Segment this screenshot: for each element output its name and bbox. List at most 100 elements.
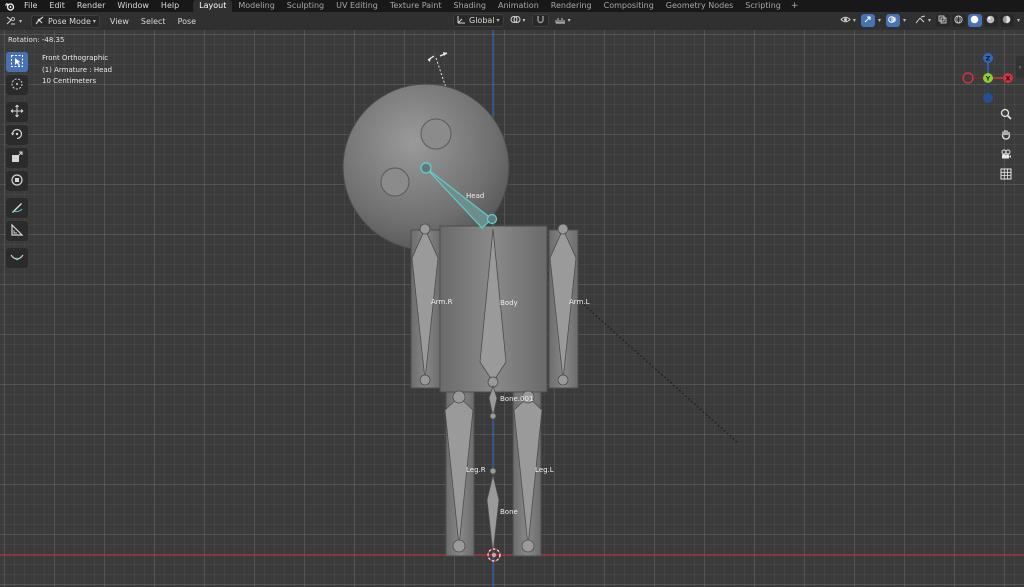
orientation-icon xyxy=(457,15,466,26)
navigation-gizmo[interactable]: Z X Y xyxy=(960,52,1020,108)
menu-pose[interactable]: Pose xyxy=(172,17,203,26)
armature-scene: Head Body Arm.R Arm.L Bone.001 Leg.R Leg… xyxy=(0,30,1024,587)
chevron-down-icon[interactable]: ▾ xyxy=(903,17,906,24)
active-object: (1) Armature : Head xyxy=(42,65,113,74)
shading-rendered-button[interactable] xyxy=(999,14,1014,27)
camera-view-button[interactable] xyxy=(998,146,1014,163)
bone-overlay-button[interactable]: ▾ xyxy=(912,14,934,27)
measure-tool[interactable] xyxy=(6,221,28,241)
pan-button[interactable] xyxy=(998,126,1014,143)
tab-compositing[interactable]: Compositing xyxy=(598,0,660,12)
annotate-icon xyxy=(10,200,24,216)
gizmo-y-label: Y xyxy=(985,75,991,83)
bone-root[interactable] xyxy=(486,474,500,554)
tab-texture-paint[interactable]: Texture Paint xyxy=(384,0,448,12)
gizmo-z-negative[interactable] xyxy=(983,93,993,103)
overlays-toggle[interactable] xyxy=(885,14,900,27)
zoom-icon xyxy=(1000,108,1012,122)
bone-leg-l-tail[interactable] xyxy=(521,539,535,553)
gizmo-x-label: X xyxy=(1005,75,1010,83)
add-workspace-button[interactable]: + xyxy=(787,0,803,12)
tab-shading[interactable]: Shading xyxy=(447,0,492,12)
cursor-tool[interactable] xyxy=(6,75,28,95)
bone-label-arm-l: Arm.L xyxy=(569,298,590,306)
chevron-down-icon: ▾ xyxy=(567,17,571,24)
rotate-cursor-icon xyxy=(427,52,448,62)
editor-type-button[interactable]: ▾ xyxy=(3,15,25,28)
relax-icon xyxy=(10,250,24,266)
blender-logo-icon[interactable] xyxy=(0,0,18,12)
gizmo-icon xyxy=(863,15,872,26)
overlays-icon xyxy=(888,15,897,26)
menu-render[interactable]: Render xyxy=(71,0,111,12)
chevron-down-icon: ▾ xyxy=(522,17,526,24)
shading-material-button[interactable] xyxy=(983,14,998,27)
shading-solid-button[interactable] xyxy=(967,14,982,27)
menu-edit[interactable]: Edit xyxy=(43,0,71,12)
annotate-tool[interactable] xyxy=(6,198,28,218)
bone-001-tail[interactable] xyxy=(489,412,497,420)
relax-tool[interactable] xyxy=(6,248,28,268)
snap-toggle[interactable] xyxy=(531,14,549,27)
bone-leg-r-tail[interactable] xyxy=(452,539,466,553)
mode-selector[interactable]: Pose Mode ▾ xyxy=(31,14,100,28)
navigation-buttons xyxy=(998,106,1014,186)
tab-modeling[interactable]: Modeling xyxy=(232,0,280,12)
tab-sculpting[interactable]: Sculpting xyxy=(281,0,330,12)
orientation-selector[interactable]: Global ▾ xyxy=(453,14,504,27)
menu-select[interactable]: Select xyxy=(135,17,172,26)
xray-toggle[interactable] xyxy=(935,14,950,27)
bone-overlay-icon xyxy=(915,15,926,26)
rotation-status: Rotation: -48.35 xyxy=(8,36,65,44)
bone-label-bone: Bone xyxy=(500,508,518,516)
tab-rendering[interactable]: Rendering xyxy=(545,0,598,12)
transform-tool[interactable] xyxy=(6,171,28,191)
bone-arm-l-tail[interactable] xyxy=(557,374,569,386)
menu-help[interactable]: Help xyxy=(155,0,185,12)
magnet-icon xyxy=(536,15,545,26)
tab-layout[interactable]: Layout xyxy=(193,0,233,12)
pivot-point-button[interactable]: ▾ xyxy=(507,14,529,27)
chevron-down-icon[interactable]: ▾ xyxy=(1017,17,1020,24)
perspective-toggle-button[interactable] xyxy=(998,166,1014,183)
zoom-button[interactable] xyxy=(998,106,1014,123)
bone-arm-l-head[interactable] xyxy=(557,223,569,235)
pivot-icon xyxy=(510,15,521,26)
viewport-header: ▾ Pose Mode ▾ View Select Pose Global ▾ … xyxy=(0,12,1024,30)
rotate-tool[interactable] xyxy=(6,125,28,145)
bone-root-head[interactable] xyxy=(489,467,497,475)
scale-icon xyxy=(10,150,24,166)
menu-file[interactable]: File xyxy=(18,0,43,12)
scale-tool[interactable] xyxy=(6,148,28,168)
wireframe-sphere-icon xyxy=(954,15,964,26)
bone-label-leg-r: Leg.R xyxy=(466,466,486,474)
viewport-right-tools: ▾ ▾ ▾ ▾ ▾ xyxy=(834,14,1020,27)
tool-shelf xyxy=(6,52,30,271)
grid-scale: 10 Centimeters xyxy=(42,77,97,85)
visibility-button[interactable]: ▾ xyxy=(837,14,859,27)
solid-sphere-icon xyxy=(970,15,979,26)
select-box-tool[interactable] xyxy=(6,52,28,72)
tab-scripting[interactable]: Scripting xyxy=(739,0,787,12)
menu-window[interactable]: Window xyxy=(111,0,155,12)
tab-uv-editing[interactable]: UV Editing xyxy=(330,0,384,12)
move-tool[interactable] xyxy=(6,102,28,122)
bone-arm-r-head[interactable] xyxy=(419,223,431,235)
bone-leg-r-head[interactable] xyxy=(452,390,466,404)
tab-animation[interactable]: Animation xyxy=(492,0,545,12)
top-menu-bar: File Edit Render Window Help Layout Mode… xyxy=(0,0,1024,12)
rotate-icon xyxy=(10,127,24,143)
chevron-down-icon[interactable]: ▾ xyxy=(878,17,881,24)
shading-wireframe-button[interactable] xyxy=(951,14,966,27)
bone-label-head: Head xyxy=(466,192,484,200)
sidebar-toggle-arrow-icon[interactable]: ‹ xyxy=(1016,56,1024,78)
chevron-down-icon: ▾ xyxy=(92,17,96,25)
tab-geometry-nodes[interactable]: Geometry Nodes xyxy=(660,0,739,12)
bone-arm-r-tail[interactable] xyxy=(419,374,431,386)
viewport-info: Front Orthographic (1) Armature : Head 1… xyxy=(42,53,112,88)
pan-hand-icon xyxy=(1000,128,1012,142)
gizmo-toggle[interactable] xyxy=(860,14,875,27)
select-box-icon xyxy=(10,54,24,70)
menu-view[interactable]: View xyxy=(104,17,135,26)
snap-target-button[interactable]: ▾ xyxy=(552,14,574,27)
